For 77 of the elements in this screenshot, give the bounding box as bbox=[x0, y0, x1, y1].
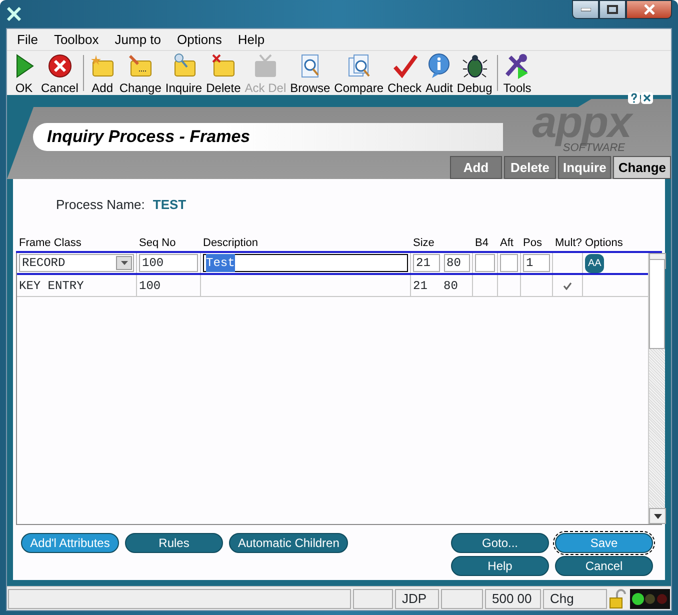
maximize-button[interactable] bbox=[599, 0, 626, 19]
input-field[interactable]: Test bbox=[203, 254, 408, 272]
toolbar-button[interactable]: Add bbox=[87, 53, 118, 97]
action-button[interactable]: Help bbox=[451, 556, 549, 576]
mode-tab[interactable]: Inquire bbox=[558, 156, 612, 179]
input-field[interactable]: 80 bbox=[444, 254, 470, 272]
column-header: Description bbox=[202, 236, 260, 250]
process-name-value: TEST bbox=[152, 196, 186, 214]
mode-tab[interactable]: Delete bbox=[504, 156, 556, 179]
documents-magnifier-icon bbox=[346, 53, 372, 79]
column-header: B4 bbox=[474, 236, 490, 250]
toolbar-button[interactable]: Debug bbox=[454, 53, 494, 97]
column-header: Frame Class bbox=[18, 236, 82, 250]
menu-item[interactable]: Help bbox=[230, 30, 273, 50]
action-button[interactable]: Rules bbox=[125, 533, 223, 553]
minimize-icon bbox=[580, 8, 590, 12]
scroll-down-icon[interactable] bbox=[654, 514, 662, 518]
status-panel bbox=[441, 588, 483, 608]
toolbar-button[interactable]: Tools bbox=[501, 53, 534, 97]
status-field: Chg bbox=[543, 588, 607, 608]
menu-item[interactable]: Options bbox=[169, 30, 230, 50]
mode-tab[interactable]: Add bbox=[450, 156, 502, 179]
column-header: Aft bbox=[499, 236, 514, 250]
close-icon[interactable] bbox=[641, 92, 653, 104]
status-field: JDP bbox=[395, 588, 439, 608]
options-button[interactable]: AA bbox=[585, 254, 604, 272]
status-panel bbox=[353, 588, 393, 608]
input-field[interactable]: 100 bbox=[139, 254, 198, 272]
vertical-scrollbar[interactable] bbox=[648, 253, 665, 524]
toolbar-button[interactable]: Delete bbox=[204, 53, 243, 97]
action-button[interactable]: Goto... bbox=[451, 533, 549, 553]
maximize-icon bbox=[607, 5, 618, 14]
toolbar-button[interactable]: Check bbox=[386, 53, 424, 97]
action-button[interactable]: Automatic Children bbox=[229, 533, 348, 553]
status-lights-icon bbox=[630, 588, 670, 608]
frame-class-dropdown[interactable]: RECORD bbox=[19, 254, 134, 272]
note-cross-icon bbox=[210, 53, 236, 79]
column-header: Mult? bbox=[554, 236, 582, 250]
input-field[interactable]: 21 bbox=[413, 254, 440, 272]
screen-title: Inquiry Process - Frames bbox=[47, 126, 250, 148]
info-icon bbox=[426, 53, 452, 79]
note-star-icon bbox=[89, 53, 116, 79]
close-button[interactable] bbox=[626, 0, 672, 19]
app-logo-icon bbox=[6, 7, 22, 21]
column-header: Options bbox=[584, 236, 624, 250]
padlock-icon bbox=[609, 588, 627, 608]
tools-icon bbox=[504, 53, 530, 79]
toolbar-button[interactable]: Audit bbox=[424, 53, 455, 97]
status-field: 500 00 bbox=[485, 588, 541, 608]
input-field[interactable]: 1 bbox=[523, 254, 550, 272]
bug-icon bbox=[462, 53, 488, 79]
note-pencil-icon bbox=[127, 53, 154, 79]
tv-icon bbox=[252, 53, 278, 79]
column-header: Size bbox=[412, 236, 436, 250]
input-field[interactable] bbox=[500, 254, 518, 272]
dropdown-arrow-icon bbox=[120, 261, 128, 265]
menu-item[interactable]: File bbox=[9, 30, 46, 50]
menu-item[interactable]: Jump to bbox=[106, 30, 170, 50]
toolbar-button[interactable]: OK bbox=[9, 53, 39, 97]
toolbar-button[interactable]: Change bbox=[117, 53, 164, 97]
column-header: Seq No bbox=[138, 236, 177, 250]
column-header: Pos bbox=[522, 236, 543, 250]
action-button[interactable]: Cancel bbox=[555, 556, 653, 576]
table-cell-text: 21 bbox=[413, 278, 428, 294]
help-icon[interactable] bbox=[628, 92, 640, 104]
process-name-label: Process Name: bbox=[56, 196, 145, 214]
checkmark-icon bbox=[392, 53, 418, 79]
table-cell-text: 80 bbox=[444, 278, 459, 294]
table-cell-text: KEY ENTRY bbox=[19, 278, 84, 294]
minimize-button[interactable] bbox=[572, 0, 599, 19]
input-field[interactable] bbox=[475, 254, 495, 272]
toolbar-button[interactable]: Inquire bbox=[163, 53, 204, 97]
cancel-icon bbox=[46, 53, 73, 79]
mode-tab[interactable]: Change bbox=[613, 156, 671, 179]
menu-item[interactable]: Toolbox bbox=[46, 30, 107, 50]
table-cell-text: 100 bbox=[139, 278, 161, 294]
close-icon bbox=[644, 4, 654, 15]
